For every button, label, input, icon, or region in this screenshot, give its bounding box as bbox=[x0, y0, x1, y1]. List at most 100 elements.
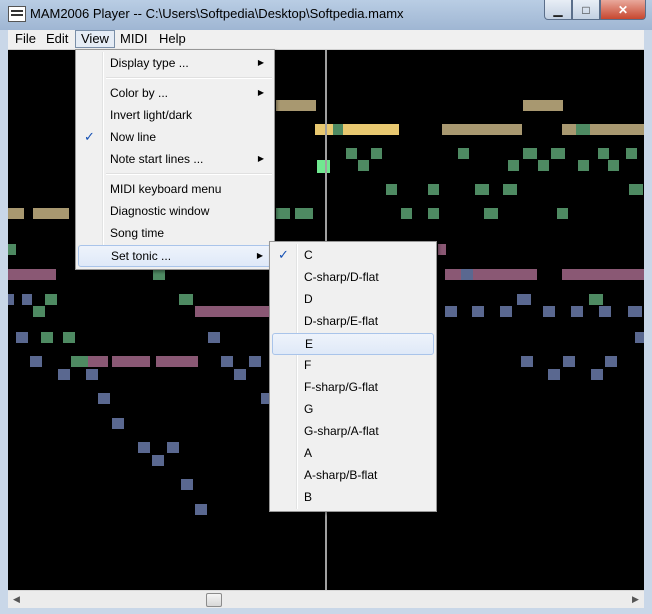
menu-item-midi-keyboard[interactable]: MIDI keyboard menu bbox=[78, 179, 272, 199]
note-block bbox=[401, 208, 412, 219]
note-block bbox=[458, 148, 469, 159]
title-bar[interactable]: MAM2006 Player -- C:\Users\Softpedia\Des… bbox=[0, 0, 652, 30]
submenu-arrow-icon: ▶ bbox=[257, 88, 264, 97]
note-block bbox=[598, 148, 609, 159]
note-block bbox=[461, 269, 473, 280]
note-block bbox=[438, 244, 446, 255]
tonic-item-g[interactable]: G bbox=[272, 399, 434, 419]
note-block bbox=[590, 124, 644, 135]
scroll-right-arrow[interactable]: ▶ bbox=[627, 591, 644, 608]
note-block bbox=[179, 294, 193, 305]
menu-item-set-tonic[interactable]: Set tonic ... ▶ bbox=[78, 245, 272, 267]
menu-item-label: C-sharp/D-flat bbox=[304, 270, 379, 284]
note-block bbox=[317, 160, 330, 173]
note-block bbox=[445, 306, 457, 317]
tonic-item-c[interactable]: ✓ C bbox=[272, 245, 434, 265]
menu-item-invert[interactable]: Invert light/dark bbox=[78, 105, 272, 125]
menu-item-label: G-sharp/A-flat bbox=[304, 424, 379, 438]
note-block bbox=[557, 208, 568, 219]
note-block bbox=[635, 332, 644, 343]
window-controls: ▁ □ ✕ bbox=[544, 0, 646, 20]
menu-view[interactable]: View bbox=[75, 30, 115, 48]
note-block bbox=[626, 148, 637, 159]
note-block bbox=[195, 504, 207, 515]
note-block bbox=[208, 332, 220, 343]
note-block bbox=[8, 208, 24, 219]
menu-item-label: C bbox=[304, 248, 313, 262]
note-block bbox=[523, 100, 563, 111]
scroll-thumb[interactable] bbox=[206, 593, 222, 607]
menu-item-label: Set tonic ... bbox=[111, 249, 172, 263]
tonic-item-b[interactable]: B bbox=[272, 487, 434, 507]
note-block bbox=[576, 124, 590, 135]
tonic-item-a[interactable]: A bbox=[272, 443, 434, 463]
tonic-item-a-sharp[interactable]: A-sharp/B-flat bbox=[272, 465, 434, 485]
menu-item-song-time[interactable]: Song time bbox=[78, 223, 272, 243]
horizontal-scrollbar[interactable]: ◀ ▶ bbox=[8, 590, 644, 608]
note-block bbox=[508, 160, 519, 171]
menu-item-note-start-lines[interactable]: Note start lines ... ▶ bbox=[78, 149, 272, 169]
menu-help[interactable]: Help bbox=[154, 31, 191, 47]
note-block bbox=[358, 160, 369, 171]
menu-item-diagnostic[interactable]: Diagnostic window bbox=[78, 201, 272, 221]
note-block bbox=[628, 306, 642, 317]
menu-item-label: A-sharp/B-flat bbox=[304, 468, 378, 482]
tonic-item-f-sharp[interactable]: F-sharp/G-flat bbox=[272, 377, 434, 397]
scroll-left-arrow[interactable]: ◀ bbox=[8, 591, 25, 608]
note-block bbox=[276, 100, 316, 111]
menu-item-label: D-sharp/E-flat bbox=[304, 314, 379, 328]
menu-item-label: Display type ... bbox=[110, 56, 189, 70]
submenu-arrow-icon: ▶ bbox=[257, 154, 264, 163]
note-block bbox=[548, 369, 560, 380]
maximize-button[interactable]: □ bbox=[572, 0, 600, 20]
tonic-item-g-sharp[interactable]: G-sharp/A-flat bbox=[272, 421, 434, 441]
note-block bbox=[86, 369, 98, 380]
menu-bar: File Edit View MIDI Help bbox=[8, 30, 644, 50]
note-block bbox=[543, 306, 555, 317]
menu-item-label: MIDI keyboard menu bbox=[110, 182, 222, 196]
note-block bbox=[578, 160, 589, 171]
menu-item-now-line[interactable]: ✓ Now line bbox=[78, 127, 272, 147]
menu-item-display-type[interactable]: Display type ... ▶ bbox=[78, 53, 272, 73]
window-title: MAM2006 Player -- C:\Users\Softpedia\Des… bbox=[30, 6, 404, 21]
view-menu: Display type ... ▶ Color by ... ▶ Invert… bbox=[75, 49, 275, 270]
tonic-item-d-sharp[interactable]: D-sharp/E-flat bbox=[272, 311, 434, 331]
note-block bbox=[156, 356, 198, 367]
note-block bbox=[563, 356, 575, 367]
note-block bbox=[589, 294, 603, 305]
note-block bbox=[472, 306, 484, 317]
close-button[interactable]: ✕ bbox=[600, 0, 646, 20]
note-block bbox=[45, 294, 57, 305]
submenu-arrow-icon: ▶ bbox=[257, 58, 264, 67]
note-block bbox=[152, 455, 164, 466]
note-block bbox=[386, 184, 397, 195]
menu-midi[interactable]: MIDI bbox=[115, 31, 152, 47]
menu-separator bbox=[106, 173, 272, 175]
menu-item-label: F-sharp/G-flat bbox=[304, 380, 379, 394]
note-block bbox=[33, 306, 45, 317]
note-block bbox=[295, 208, 313, 219]
check-icon: ✓ bbox=[278, 247, 289, 262]
note-block bbox=[22, 294, 32, 305]
tonic-item-f[interactable]: F bbox=[272, 355, 434, 375]
note-block bbox=[551, 148, 565, 159]
menu-item-label: F bbox=[304, 358, 312, 372]
menu-item-color-by[interactable]: Color by ... ▶ bbox=[78, 83, 272, 103]
tonic-item-d[interactable]: D bbox=[272, 289, 434, 309]
note-block bbox=[221, 356, 233, 367]
note-block bbox=[473, 269, 537, 280]
menu-item-label: Song time bbox=[110, 226, 165, 240]
menu-file[interactable]: File bbox=[10, 31, 41, 47]
minimize-button[interactable]: ▁ bbox=[544, 0, 572, 20]
note-block bbox=[98, 393, 110, 404]
tonic-item-c-sharp[interactable]: C-sharp/D-flat bbox=[272, 267, 434, 287]
note-block bbox=[249, 356, 261, 367]
menu-edit[interactable]: Edit bbox=[41, 31, 73, 47]
menu-item-label: Now line bbox=[110, 130, 157, 144]
app-icon[interactable] bbox=[8, 6, 26, 22]
note-block bbox=[8, 244, 16, 255]
note-block bbox=[629, 184, 643, 195]
note-block bbox=[484, 208, 498, 219]
tonic-item-e[interactable]: E bbox=[272, 333, 434, 355]
note-block bbox=[33, 208, 69, 219]
